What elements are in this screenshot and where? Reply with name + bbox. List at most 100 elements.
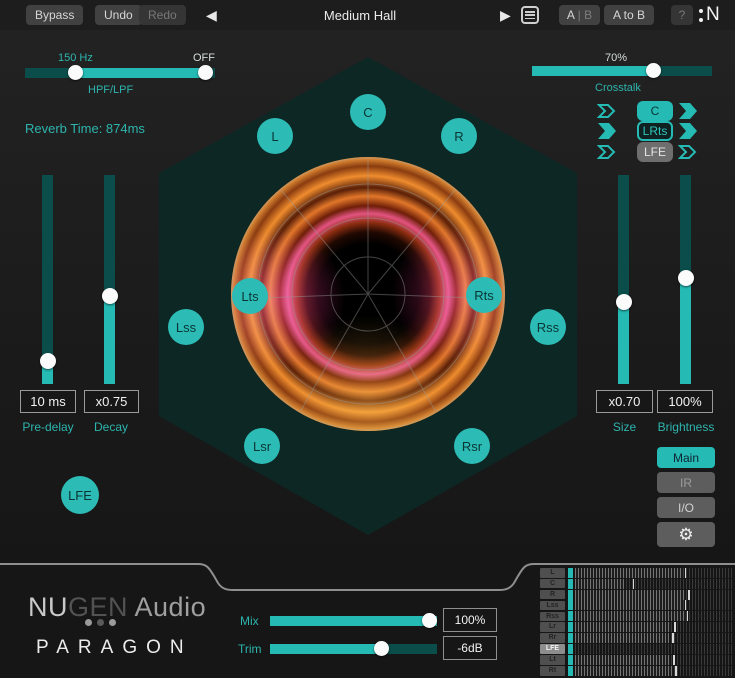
meter-level <box>575 600 683 610</box>
channel-button-rss[interactable]: Rss <box>530 309 566 345</box>
radar-grid <box>231 157 505 431</box>
brand-gen: GEN <box>68 592 128 622</box>
trim-value-box[interactable]: -6dB <box>443 636 497 660</box>
decay-slider-fill <box>104 296 115 384</box>
crosstalk-slider-handle[interactable] <box>646 63 661 78</box>
meter-peak-marker <box>672 633 674 643</box>
view-tab-main[interactable]: Main <box>657 447 715 468</box>
channel-button-lss[interactable]: Lss <box>168 309 204 345</box>
trim-slider-fill <box>270 644 382 654</box>
view-tab-io[interactable]: I/O <box>657 497 715 518</box>
meter-label: Lss <box>540 601 565 611</box>
meter-level <box>575 633 669 643</box>
channel-button-rts[interactable]: Rts <box>466 277 502 313</box>
trim-slider-handle[interactable] <box>374 641 389 656</box>
mix-value-box[interactable]: 100% <box>443 608 497 632</box>
meter-label: Rt <box>540 666 565 676</box>
hpf-lpf-slider-fill <box>75 68 207 78</box>
channel-button-r[interactable]: R <box>441 118 477 154</box>
routing-button-c[interactable]: C <box>637 101 673 121</box>
brightness-label: Brightness <box>650 420 722 434</box>
trim-label: Trim <box>238 642 262 656</box>
routing-button-lrts[interactable]: LRts <box>637 121 673 141</box>
mix-slider-handle[interactable] <box>422 613 437 628</box>
predelay-value-box[interactable]: 10 ms <box>20 390 76 413</box>
meter-track <box>575 622 732 632</box>
hpf-slider-handle[interactable] <box>68 65 83 80</box>
decay-slider-handle[interactable] <box>102 288 118 304</box>
ab-b2-label: B <box>584 8 592 22</box>
brightness-slider-handle[interactable] <box>678 270 694 286</box>
meter-label: R <box>540 590 565 600</box>
meter-peak-marker <box>674 622 676 632</box>
meter-input-block <box>568 579 573 589</box>
routing-out-arrow-lfe[interactable] <box>678 144 699 160</box>
preset-list-icon[interactable] <box>521 6 539 24</box>
routing-in-arrow-lrts[interactable] <box>597 123 618 139</box>
meter-level <box>575 611 686 621</box>
predelay-slider-handle[interactable] <box>40 353 56 369</box>
a-to-b-button[interactable]: A to B <box>604 5 654 25</box>
bypass-button[interactable]: Bypass <box>26 5 83 25</box>
decay-value-box[interactable]: x0.75 <box>84 390 139 413</box>
brand-dots <box>85 619 116 626</box>
crosstalk-value-label: 70% <box>605 52 627 64</box>
meter-label: Lt <box>540 655 565 665</box>
routing-button-lfe[interactable]: LFE <box>637 142 673 162</box>
channel-button-lts[interactable]: Lts <box>232 278 268 314</box>
nugen-logo-dots <box>699 9 703 22</box>
meter-row-rt: Rt <box>540 666 732 676</box>
meter-peak-marker <box>675 666 677 676</box>
redo-button[interactable]: Redo <box>139 5 186 25</box>
meter-row-rss: Rss <box>540 612 732 622</box>
meter-level <box>575 622 671 632</box>
meter-track <box>575 590 732 600</box>
size-value-box[interactable]: x0.70 <box>596 390 653 413</box>
meter-row-lt: Lt <box>540 655 732 665</box>
brightness-value-box[interactable]: 100% <box>657 390 713 413</box>
meter-track <box>575 644 732 654</box>
meter-track <box>575 655 732 665</box>
mix-slider-track[interactable] <box>270 616 437 626</box>
brand-logo: NUGEN Audio <box>28 592 206 623</box>
mix-label: Mix <box>240 614 259 628</box>
settings-button[interactable]: ⚙ <box>657 522 715 547</box>
brand-audio: Audio <box>128 592 206 622</box>
size-slider-handle[interactable] <box>616 294 632 310</box>
preset-name[interactable]: Medium Hall <box>280 8 440 23</box>
ab-compare-button[interactable]: A | B <box>559 5 600 25</box>
next-preset-icon[interactable]: ▶ <box>500 7 511 24</box>
meter-peak-marker <box>687 611 689 621</box>
meter-level <box>575 568 683 578</box>
product-name: PARAGON <box>36 637 193 659</box>
previous-preset-icon[interactable]: ◀ <box>206 7 217 24</box>
lpf-slider-handle[interactable] <box>198 65 213 80</box>
meter-row-lss: Lss <box>540 601 732 611</box>
routing-in-arrow-c[interactable] <box>597 103 618 119</box>
meter-track <box>575 633 732 643</box>
channel-button-l[interactable]: L <box>257 118 293 154</box>
routing-in-arrow-lfe[interactable] <box>597 144 618 160</box>
meter-row-r: R <box>540 590 732 600</box>
meter-row-l: L <box>540 568 732 578</box>
help-button[interactable]: ? <box>671 5 693 25</box>
gear-icon: ⚙ <box>678 525 693 545</box>
routing-out-arrow-c[interactable] <box>678 103 699 119</box>
meter-row-c: C <box>540 579 732 589</box>
meter-track <box>575 568 732 578</box>
channel-button-rsr[interactable]: Rsr <box>454 428 490 464</box>
undo-button[interactable]: Undo <box>95 5 142 25</box>
meter-peak-marker <box>685 600 687 610</box>
paragon-plugin-window: Bypass Undo Redo ◀ Medium Hall ▶ A | B A… <box>0 0 735 678</box>
view-tab-ir[interactable]: IR <box>657 472 715 493</box>
meter-track <box>575 611 732 621</box>
meter-label: LFE <box>540 644 565 654</box>
channel-button-lsr[interactable]: Lsr <box>244 428 280 464</box>
meter-track <box>575 579 732 589</box>
routing-out-arrow-lrts[interactable] <box>678 123 699 139</box>
meter-label: Lr <box>540 622 565 632</box>
meter-track <box>575 666 732 676</box>
meter-input-block <box>568 655 573 665</box>
channel-button-c[interactable]: C <box>350 94 386 130</box>
channel-button-lfe[interactable]: LFE <box>61 476 99 514</box>
